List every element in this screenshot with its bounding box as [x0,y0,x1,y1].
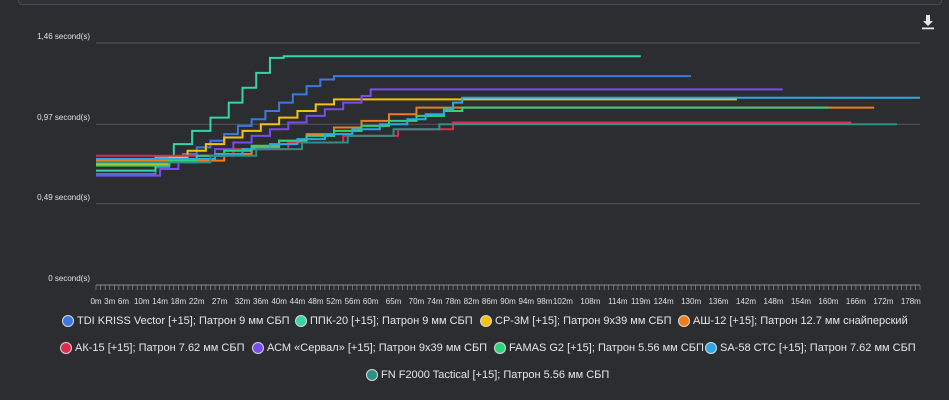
x-tick-label: 142m [736,297,756,306]
x-tick-label: 36m [253,297,269,306]
legend-marker [678,315,690,327]
legend-marker [60,342,72,354]
legend-marker [62,315,74,327]
x-tick-label: 48m [308,297,324,306]
x-tick-label: 14m [152,297,168,306]
legend-item[interactable]: АК-15 [+15]; Патрон 7.62 мм СБП [60,342,245,354]
chart-area: 0 second(s) 0,49 second(s) 0,97 second(s) 1… [37,32,921,306]
x-tick-label: 154m [791,297,811,306]
legend-label: АШ-12 [+15]; Патрон 12.7 мм снайперский [693,315,908,327]
y-tick-label: 0,97 second(s) [37,113,90,122]
x-tick-label: 60m [363,297,379,306]
legend-item[interactable]: FAMAS G2 [+15]; Патрон 5.56 мм СБП [494,342,704,354]
legend-label: TDI KRISS Vector [+15]; Патрон 9 мм СБП [77,315,290,327]
x-tick-label: 56m [345,297,361,306]
legend-label: FAMAS G2 [+15]; Патрон 5.56 мм СБП [509,342,704,354]
x-tick-label: 18m [171,297,187,306]
x-tick-label: 136m [709,297,729,306]
series-lines [96,55,920,177]
x-tick-label: 22m [189,297,205,306]
legend-marker [480,315,492,327]
y-tick-label: 0 second(s) [48,274,90,283]
legend-marker [494,342,506,354]
legend-marker [295,315,307,327]
legend-item[interactable]: SA-58 СТС [+15]; Патрон 7.62 мм СБП [705,342,916,354]
series-line[interactable] [96,55,641,172]
x-tick-label: 6m [118,297,129,306]
series-line[interactable] [96,106,875,162]
x-tick-label: 10m [134,297,150,306]
x-tick-label: 166m [846,297,866,306]
x-tick-label: 119m [631,297,651,306]
x-axis: 0m 3m 6m 10m 14m 18m 22m 27m 32m 36m 40m 44m 48m 52m 5… [90,285,921,306]
x-tick-label: 90m [500,297,516,306]
legend-label: SA-58 СТС [+15]; Патрон 7.62 мм СБП [720,342,916,354]
y-tick-label: 0,49 second(s) [37,193,90,202]
x-tick-label: 52m [326,297,342,306]
legend-label: АСМ «Сервал» [+15]; Патрон 9х39 мм СБП [267,342,488,354]
x-tick-label: 82m [464,297,480,306]
legend-marker [252,342,264,354]
x-tick-label: 78m [445,297,461,306]
x-tick-label: 27m [212,297,228,306]
x-tick-label: 44m [290,297,306,306]
x-tick-label: 32m [235,297,251,306]
x-tick-label: 130m [681,297,701,306]
legend-label: FN F2000 Tactical [+15]; Патрон 5.56 мм … [381,369,610,381]
x-tick-label: 124m [654,297,674,306]
legend-label: ППК-20 [+15]; Патрон 9 мм СБП [310,315,473,327]
x-tick-label: 178m [901,297,921,306]
legend-item[interactable]: TDI KRISS Vector [+15]; Патрон 9 мм СБП [62,315,290,327]
legend-label: СР-3М [+15]; Патрон 9х39 мм СБП [495,315,672,327]
y-tick-label: 1,46 second(s) [37,32,90,41]
legend-label: АК-15 [+15]; Патрон 7.62 мм СБП [75,342,245,354]
x-tick-label: 86m [482,297,498,306]
x-tick-label: 102m [553,297,573,306]
x-tick-label: 172m [873,297,893,306]
series-line[interactable] [96,106,829,167]
series-line[interactable] [96,121,852,157]
x-tick-label: 65m [386,297,402,306]
x-tick-label: 94m [519,297,535,306]
legend-item[interactable]: СР-3М [+15]; Патрон 9х39 мм СБП [480,315,672,327]
x-tick-label: 3m [104,297,115,306]
x-tick-label: 70m [409,297,425,306]
grid-lines [96,42,920,286]
legend-item[interactable]: FN F2000 Tactical [+15]; Патрон 5.56 мм … [366,369,609,381]
x-tick-label: 98m [537,297,553,306]
y-axis-labels: 0 second(s) 0,49 second(s) 0,97 second(s) 1… [37,32,90,283]
x-tick-label: 108m [580,297,600,306]
x-tick-label: 114m [608,297,628,306]
legend-marker [705,342,717,354]
legend-marker [366,369,378,381]
legend-item[interactable]: АШ-12 [+15]; Патрон 12.7 мм снайперский [678,315,908,327]
x-tick-label: 40m [271,297,287,306]
legend-item[interactable]: АСМ «Сервал» [+15]; Патрон 9х39 мм СБП [252,342,487,354]
x-tick-label: 74m [427,297,443,306]
x-tick-label: 160m [818,297,838,306]
x-tick-label: 148m [764,297,784,306]
legend-item[interactable]: ППК-20 [+15]; Патрон 9 мм СБП [295,315,473,327]
x-tick-label: 0m [90,297,101,306]
